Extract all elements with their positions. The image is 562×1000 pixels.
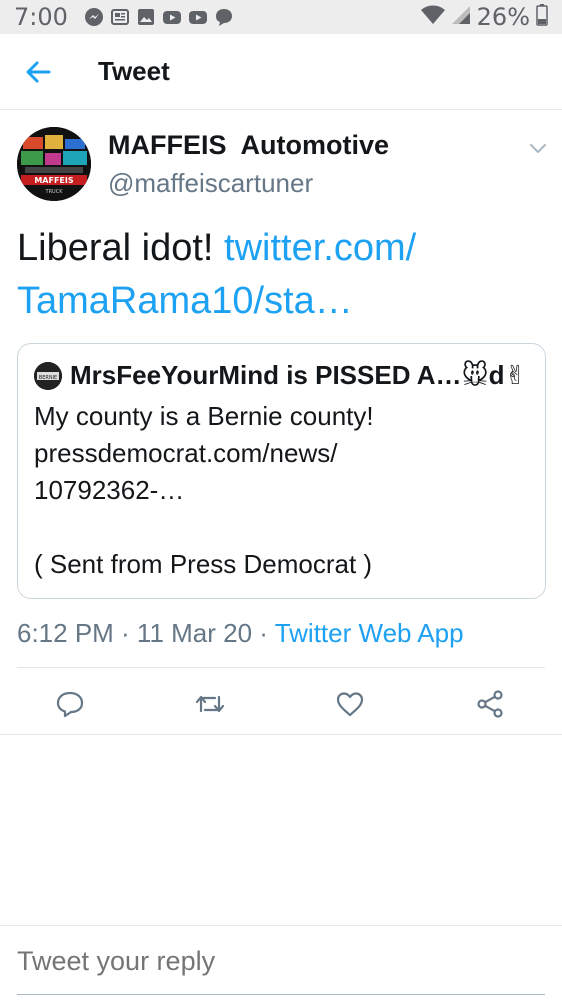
- signal-icon: [451, 5, 471, 30]
- tweet-body: Liberal idot!: [17, 227, 225, 269]
- status-time: 7:00: [14, 3, 68, 31]
- quoted-line: pressdemocrat.com/news/: [34, 438, 338, 468]
- author-name[interactable]: MAFFEIS Automotive: [108, 130, 389, 161]
- status-bar: 7:00 26%: [0, 0, 562, 34]
- reply-icon: [56, 691, 84, 718]
- battery-percent: 26%: [476, 3, 530, 31]
- like-button[interactable]: [332, 686, 368, 722]
- share-button[interactable]: [472, 686, 508, 722]
- reply-input[interactable]: [17, 946, 537, 977]
- action-bar: [0, 670, 562, 734]
- svg-text:BERNIE: BERNIE: [39, 375, 57, 381]
- quoted-text: My county is a Bernie county! pressdemoc…: [34, 398, 534, 583]
- youtube-icon: [188, 7, 208, 27]
- tweet-source[interactable]: Twitter Web App: [275, 618, 464, 648]
- share-icon: [477, 690, 503, 718]
- quoted-line: My county is a Bernie county!: [34, 401, 374, 431]
- tweet-menu-button[interactable]: [526, 136, 550, 160]
- quoted-line: [34, 509, 534, 546]
- tweet-text: Liberal idot! twitter.com/ TamaRama10/st…: [17, 222, 547, 328]
- quoted-author-name: MrsFeeYourMind is PISSED A…🐭d✌: [70, 360, 527, 390]
- tweet-meta: 6:12 PM · 11 Mar 20 · Twitter Web App: [17, 618, 464, 649]
- back-arrow-icon: [26, 61, 51, 82]
- svg-text:MAFFEIS: MAFFEIS: [34, 176, 74, 185]
- notification-icons: [84, 7, 234, 27]
- back-button[interactable]: [0, 34, 76, 110]
- quoted-tweet[interactable]: BERNIE MrsFeeYourMind is PISSED A…🐭d✌ My…: [17, 343, 546, 599]
- tweet-header: MAFFEIS TRUCK MAFFEIS Automotive @maffei…: [0, 110, 562, 210]
- avatar[interactable]: MAFFEIS TRUCK: [17, 127, 91, 201]
- reply-button[interactable]: [52, 686, 88, 722]
- chevron-down-icon: [530, 144, 546, 153]
- svg-text:TRUCK: TRUCK: [45, 189, 64, 195]
- quoted-avatar: BERNIE: [34, 362, 62, 390]
- chat-icon: [214, 7, 234, 27]
- quoted-line: ( Sent from Press Democrat ): [34, 549, 373, 579]
- gallery-icon: [136, 7, 156, 27]
- tweet: MAFFEIS TRUCK MAFFEIS Automotive @maffei…: [0, 110, 562, 735]
- divider: [17, 667, 545, 668]
- messenger-icon: [84, 7, 104, 27]
- reply-underline: [17, 994, 545, 995]
- wifi-icon: [420, 5, 445, 30]
- app-bar: Tweet: [0, 34, 562, 110]
- status-right: 26%: [420, 3, 548, 31]
- retweet-icon: [195, 695, 225, 713]
- quoted-line: 10792362-…: [34, 475, 185, 505]
- retweet-button[interactable]: [192, 686, 228, 722]
- heart-icon: [336, 692, 364, 717]
- author-handle[interactable]: @maffeiscartuner: [108, 168, 313, 199]
- page-title: Tweet: [98, 56, 170, 86]
- news-icon: [110, 7, 130, 27]
- divider: [0, 734, 562, 735]
- battery-icon: [536, 3, 548, 31]
- tweet-timestamp: 6:12 PM · 11 Mar 20 ·: [17, 618, 275, 648]
- reply-bar: [0, 925, 562, 1000]
- youtube-icon: [162, 7, 182, 27]
